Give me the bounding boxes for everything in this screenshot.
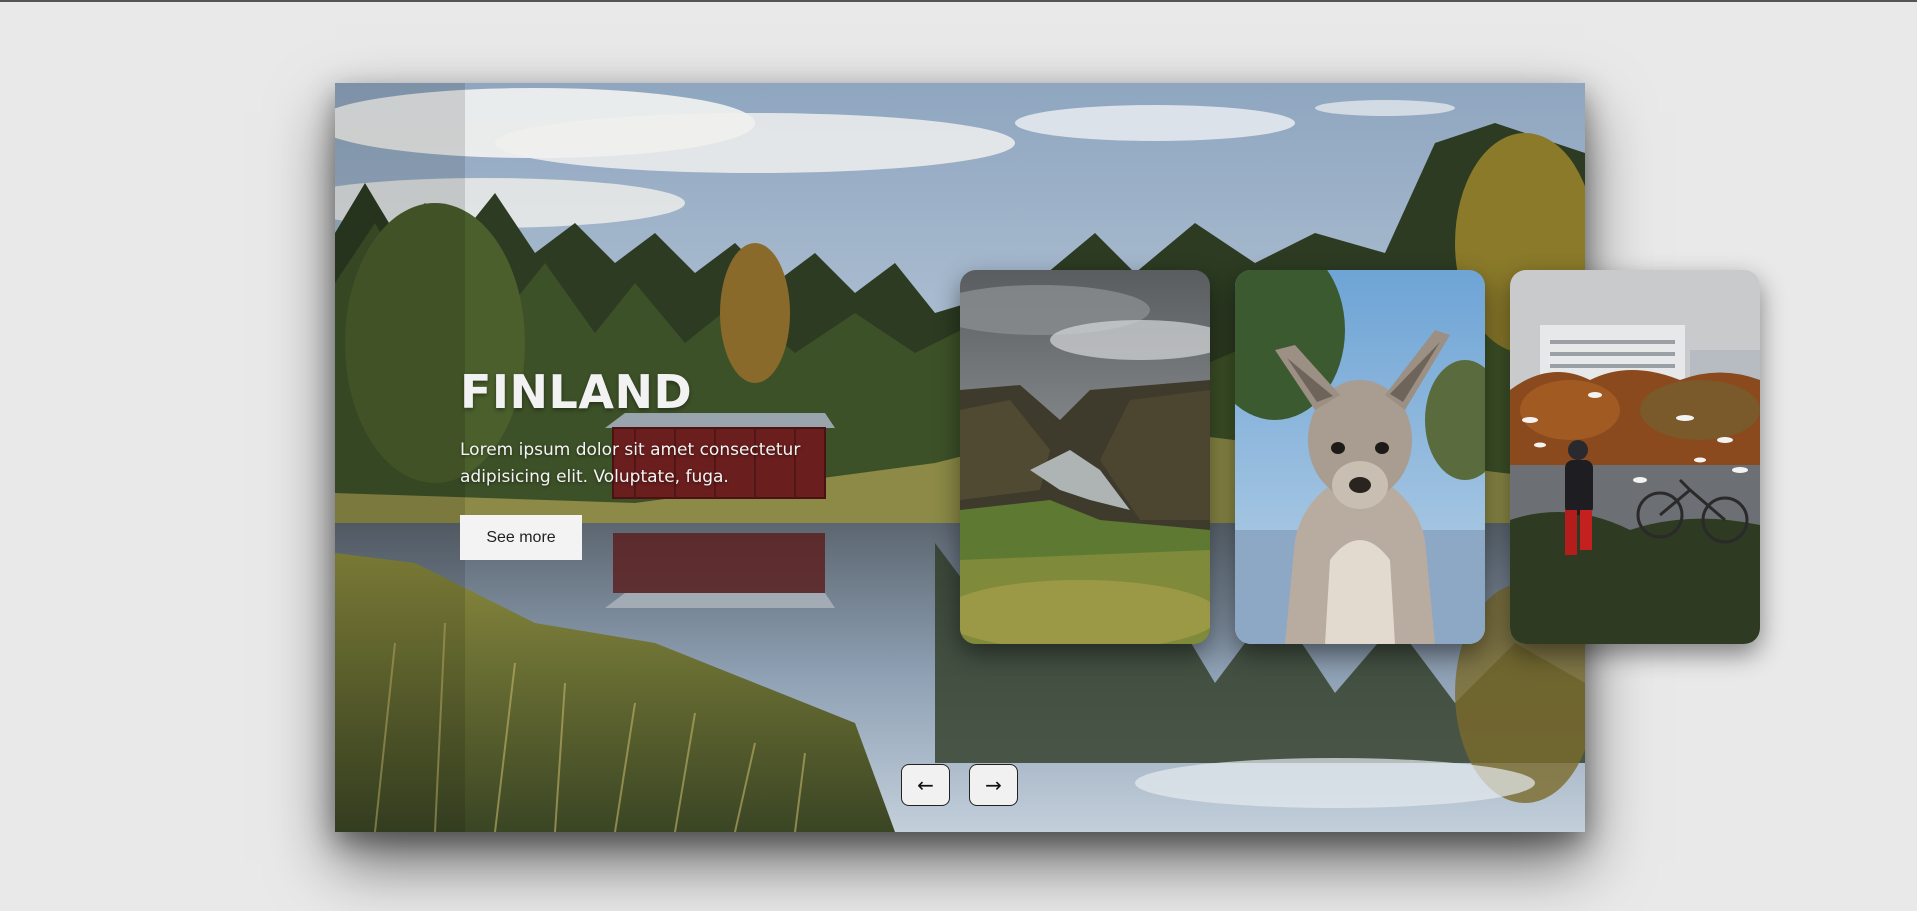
slide-description: Lorem ipsum dolor sit amet consectetur a… (460, 440, 801, 487)
see-more-button[interactable]: See more (460, 515, 582, 560)
card-city-lake[interactable] (1510, 270, 1760, 644)
city-lake-birds-image (1510, 270, 1760, 644)
image-slider: FINLAND Lorem ipsum dolor sit amet conse… (335, 83, 1760, 832)
arrow-right-icon: → (985, 773, 1002, 797)
arrow-left-icon: ← (917, 773, 934, 797)
prev-button[interactable]: ← (901, 764, 950, 806)
card-river-canyon[interactable] (960, 270, 1210, 644)
slide-title: FINLAND (460, 365, 693, 419)
top-border (0, 0, 1917, 2)
next-button[interactable]: → (969, 764, 1018, 806)
card-kangaroo[interactable] (1235, 270, 1485, 644)
slide-content: FINLAND Lorem ipsum dolor sit amet conse… (460, 365, 880, 560)
kangaroo-image (1235, 270, 1485, 644)
river-canyon-image (960, 270, 1210, 644)
